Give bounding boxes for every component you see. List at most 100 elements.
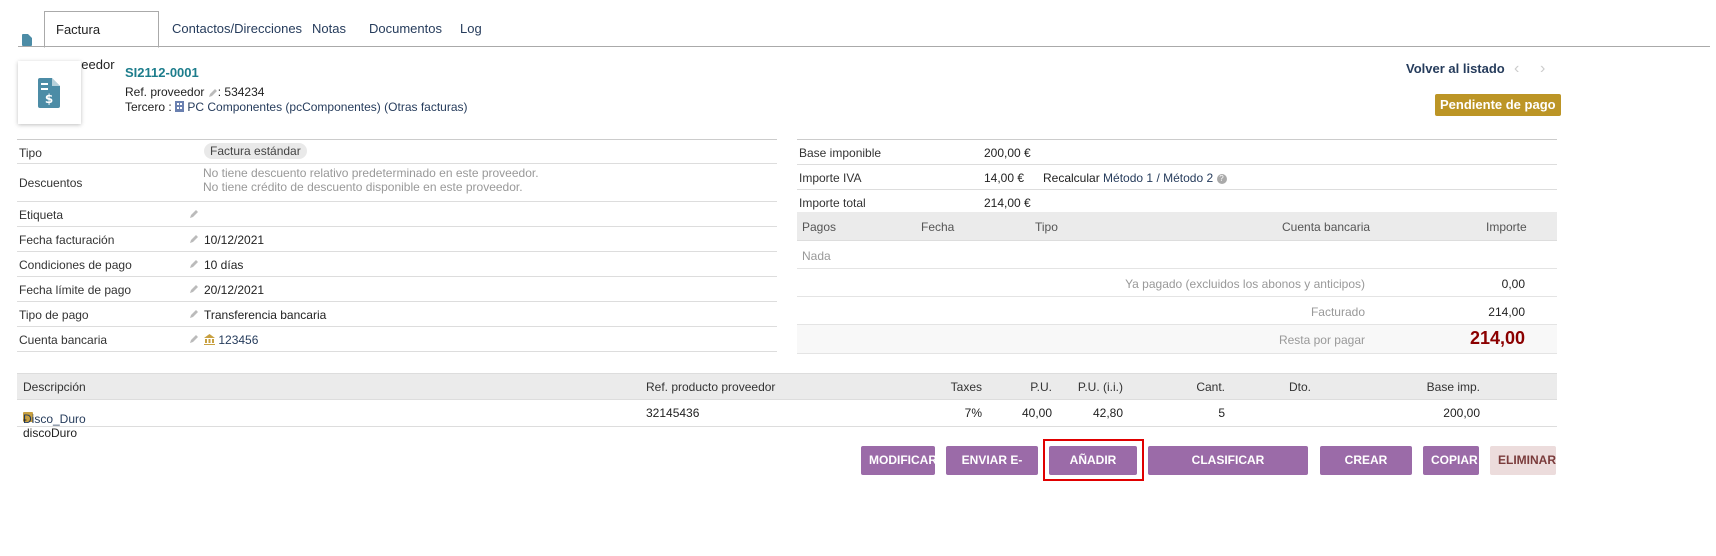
field-label: Tipo de pago [19,308,89,322]
highlight-box [1043,439,1144,481]
type-badge: Factura estándar [188,143,307,159]
supplier-ref-label: Ref. proveedor [125,85,205,99]
line-base: 200,00 [1443,406,1480,420]
col-dto: Dto. [1288,380,1311,394]
col-descripcion: Descripción [23,380,86,394]
field-row-limite: Fecha límite de pago 20/12/2021 [17,277,777,302]
third-party-label: Tercero : [125,100,172,114]
pencil-icon[interactable] [189,284,199,294]
delete-button[interactable]: ELIMINAR [1490,446,1556,475]
lines-header: Descripción Ref. producto proveedor Taxe… [17,373,1557,400]
supplier-ref-value: : 534234 [217,85,265,99]
next-record-icon[interactable]: › [1540,60,1545,78]
table-row: Disco_Duro - discoDuro 32145436 7% 40,00… [17,400,1557,440]
already-paid-row: Ya pagado (excluidos los abonos y antici… [797,269,1557,297]
col-pu: P.U. [1030,380,1052,394]
pencil-icon[interactable] [189,309,199,319]
invoice-dollar-icon: $ [38,78,60,108]
modify-button[interactable]: MODIFICAR [861,446,937,475]
remaining-row: Resta por pagar 214,00 [797,325,1557,354]
pencil-icon[interactable] [189,259,199,269]
svg-text:$: $ [45,92,53,106]
line-pu: 40,00 [1021,406,1052,420]
field-label: Descuentos [19,176,83,190]
invoiced-label: Facturado [1310,305,1365,319]
pencil-icon[interactable] [189,234,199,244]
field-value: 10 días [204,258,244,272]
line-cant: 5 [1218,406,1225,420]
field-row-fecha: Fecha facturación 10/12/2021 [17,227,777,252]
col-taxes: Taxes [950,380,982,394]
tab-log[interactable]: Log [449,11,493,46]
tab-label: Contactos/Direcciones [172,21,303,36]
tab-label: Log [460,21,482,36]
document-thumbnail: $ [18,61,81,124]
prev-record-icon[interactable]: ‹ [1514,60,1519,78]
field-row-tipo: Tipo Factura estándar [17,140,777,164]
back-to-list-link[interactable]: Volver al listado [1406,61,1505,76]
tab-factura-proveedor[interactable]: Factura proveedor [44,11,159,72]
pencil-icon[interactable] [189,209,199,219]
send-email-button[interactable]: ENVIAR E-MAIL [946,446,1038,496]
empty-text: Nada [802,249,831,263]
recalculate-label: Recalcular [1043,171,1100,185]
remaining-label: Resta por pagar [1278,333,1365,347]
totals-value: 214,00 € [984,196,1031,210]
field-row-condiciones: Condiciones de pago 10 días [17,252,777,277]
method-1-link[interactable]: Método 1 [1103,171,1153,185]
status-badge: Pendiente de pago [1435,94,1561,116]
recalculate: Recalcular Método 1 / Método 2 ? [1043,171,1227,185]
copy-button[interactable]: COPIAR [1423,446,1479,475]
field-value: 10/12/2021 [204,233,265,247]
field-row-etiqueta: Etiqueta [17,202,777,227]
col-fecha: Fecha [921,220,955,234]
create-credit-note-button[interactable]: CREAR ABONO [1320,446,1412,496]
pencil-icon[interactable] [189,334,199,344]
col-pagos: Pagos [802,220,837,234]
col-pu-ii: P.U. (i.i.) [1077,380,1123,394]
field-label: Etiqueta [19,208,64,222]
tab-notas[interactable]: Notas [301,11,357,46]
tab-contactos[interactable]: Contactos/Direcciones [161,11,313,46]
invoiced-row: Facturado 214,00 [797,297,1557,325]
classify-abandoned-button[interactable]: CLASIFICAR 'ABANDONADO' [1148,446,1308,496]
type-badge-text: Factura estándar [204,143,307,159]
totals-table: Base imponible 200,00 € Importe IVA 14,0… [797,139,1557,215]
building-icon [175,101,185,112]
bank-account-link[interactable]: 123456 [218,333,258,347]
tab-divider [18,46,1710,47]
already-paid-label: Ya pagado (excluidos los abonos y antici… [1125,277,1365,291]
totals-row-base: Base imponible 200,00 € [797,140,1557,165]
field-value: 20/12/2021 [204,283,265,297]
line-tax: 7% [964,406,982,420]
discount-line: No tiene crédito de descuento disponible… [203,180,523,194]
field-label: Tipo [19,146,42,160]
third-party-link[interactable]: PC Componentes (pcComponentes) [187,100,380,114]
field-label: Cuenta bancaria [19,333,108,347]
invoice-icon[interactable] [22,34,32,46]
totals-value: 14,00 € [984,171,1025,185]
field-row-descuentos: Descuentos No tiene descuento relativo p… [17,164,777,202]
product-desc: - discoDuro [23,412,78,440]
payments-table: Pagos Fecha Tipo Cuenta bancaria Importe… [797,212,1557,354]
method-2-link[interactable]: Método 2 [1163,171,1213,185]
tab-bar: Factura proveedor Contactos/Direcciones … [0,11,1716,72]
supplier-ref: Ref. proveedor : 534234 [125,85,264,99]
pencil-icon[interactable] [208,88,218,98]
bank-account: 123456 [204,333,258,347]
invoiced-value: 214,00 [1488,305,1525,319]
col-cant: Cant. [1196,380,1225,394]
totals-label: Base imponible [799,146,882,160]
invoice-fields: Tipo Factura estándar Descuentos No tien… [17,139,777,352]
line-ref: 32145436 [646,406,700,420]
field-row-cuenta: Cuenta bancaria 123456 [17,327,777,352]
help-icon[interactable]: ? [1216,173,1227,184]
tab-documentos[interactable]: Documentos [358,11,453,46]
other-invoices-link[interactable]: (Otras facturas) [384,100,467,114]
line-pu-ii: 42,80 [1092,406,1123,420]
field-label: Fecha facturación [19,233,115,247]
totals-value: 200,00 € [984,146,1031,160]
method-separator: / [1156,171,1160,185]
field-row-tipo-pago: Tipo de pago Transferencia bancaria [17,302,777,327]
invoice-ref: SI2112-0001 [125,65,199,80]
